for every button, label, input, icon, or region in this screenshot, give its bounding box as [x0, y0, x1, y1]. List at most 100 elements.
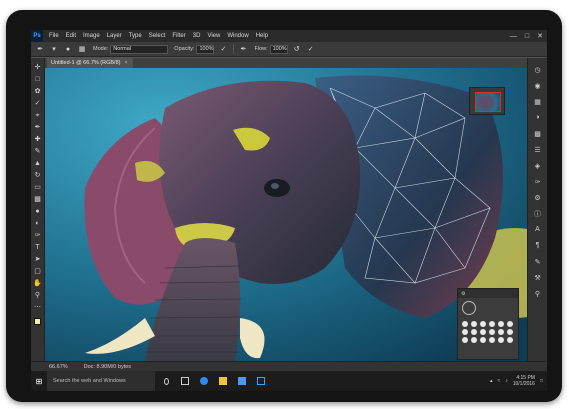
- opacity-field[interactable]: 100%: [196, 44, 215, 54]
- menu-select[interactable]: Select: [149, 33, 166, 39]
- color-icon[interactable]: ◉: [532, 80, 543, 91]
- history-icon[interactable]: ◷: [532, 64, 543, 75]
- brush-tip[interactable]: [471, 329, 477, 335]
- symmetry-icon[interactable]: ✓: [306, 44, 316, 54]
- brush-tip[interactable]: [462, 337, 468, 343]
- brush-tip[interactable]: [507, 329, 513, 335]
- flow-field[interactable]: 100%: [269, 44, 288, 54]
- brush-tip[interactable]: [498, 321, 504, 327]
- brush-tip[interactable]: [480, 329, 486, 335]
- eyedropper-icon[interactable]: ✒: [33, 122, 43, 132]
- volume-icon[interactable]: ♪: [505, 378, 508, 384]
- airbrush-icon[interactable]: ✒: [238, 44, 248, 54]
- more-tools-icon[interactable]: ⋯: [33, 302, 43, 312]
- brush-icon[interactable]: ✎: [33, 146, 43, 156]
- clock[interactable]: 4:15 PM 10/1/2016: [513, 375, 535, 387]
- move-icon[interactable]: ✛: [33, 62, 43, 72]
- gradient-icon[interactable]: ▩: [33, 194, 43, 204]
- menu-filter[interactable]: Filter: [172, 33, 185, 39]
- brush-preset-icon[interactable]: ✒: [35, 44, 45, 54]
- wifi-icon[interactable]: ≈: [497, 378, 500, 384]
- store-icon[interactable]: [234, 371, 250, 391]
- gear-icon[interactable]: ⚙: [461, 291, 465, 297]
- close-icon[interactable]: ✕: [537, 32, 543, 40]
- pressure-opacity-icon[interactable]: ✓: [218, 44, 228, 54]
- adjustments-icon[interactable]: ◑: [532, 112, 543, 123]
- styles-icon[interactable]: ▩: [532, 128, 543, 139]
- menu-3d[interactable]: 3D: [193, 33, 201, 39]
- minimize-icon[interactable]: —: [510, 33, 517, 40]
- navigator-thumbnail[interactable]: [475, 92, 501, 112]
- menu-type[interactable]: Type: [129, 33, 142, 39]
- brush-tip[interactable]: [471, 337, 477, 343]
- quick-select-icon[interactable]: ✓: [33, 98, 43, 108]
- brush-tip[interactable]: [489, 321, 495, 327]
- brush-tip[interactable]: [507, 337, 513, 343]
- brush-tip[interactable]: [489, 337, 495, 343]
- document-info[interactable]: Doc: 8.90M/0 bytes: [84, 364, 131, 370]
- blur-icon[interactable]: ●: [33, 206, 43, 216]
- info-icon[interactable]: ⓘ: [532, 208, 543, 219]
- paragraph-icon[interactable]: ¶: [532, 240, 543, 251]
- channels-icon[interactable]: ◈: [532, 160, 543, 171]
- menu-edit[interactable]: Edit: [66, 33, 76, 39]
- character-icon[interactable]: A: [532, 224, 543, 235]
- maximize-icon[interactable]: □: [525, 33, 529, 40]
- mic-icon[interactable]: [158, 371, 174, 391]
- healing-icon[interactable]: ✚: [33, 134, 43, 144]
- pressure-size-icon[interactable]: ↺: [292, 44, 302, 54]
- foreground-color-swatch[interactable]: [34, 318, 41, 325]
- chevron-up-icon[interactable]: ▴: [490, 378, 493, 384]
- crop-icon[interactable]: ⌖: [33, 110, 43, 120]
- close-tab-icon[interactable]: ×: [124, 60, 127, 66]
- chevron-down-icon[interactable]: ▾: [49, 44, 59, 54]
- brush-tip[interactable]: [489, 329, 495, 335]
- brush-size-icon[interactable]: ●: [63, 44, 73, 54]
- stamp-icon[interactable]: ▲: [33, 158, 43, 168]
- file-explorer-icon[interactable]: [215, 371, 231, 391]
- menu-view[interactable]: View: [207, 33, 220, 39]
- task-view-icon[interactable]: [177, 371, 193, 391]
- menu-file[interactable]: File: [49, 33, 59, 39]
- mode-select[interactable]: Normal: [110, 44, 169, 54]
- notifications-icon[interactable]: □: [540, 378, 543, 384]
- pen-icon[interactable]: ✑: [33, 230, 43, 240]
- brush-panel-toggle-icon[interactable]: ▦: [77, 44, 87, 54]
- brush-settings-icon[interactable]: ✎: [532, 256, 543, 267]
- tool-presets-icon[interactable]: ⚒: [532, 272, 543, 283]
- brush-tip[interactable]: [480, 337, 486, 343]
- menu-image[interactable]: Image: [83, 33, 100, 39]
- swatches-icon[interactable]: ▦: [532, 96, 543, 107]
- path-select-icon[interactable]: ➤: [33, 254, 43, 264]
- windows-start-icon[interactable]: ⊞: [31, 371, 47, 391]
- brush-angle-preview[interactable]: [462, 301, 476, 315]
- properties-icon[interactable]: ⚙: [532, 192, 543, 203]
- photoshop-taskbar-icon[interactable]: [253, 371, 269, 391]
- canvas[interactable]: [45, 68, 527, 361]
- zoom-icon[interactable]: ⚲: [33, 290, 43, 300]
- marquee-icon[interactable]: □: [33, 74, 43, 84]
- brush-tip[interactable]: [498, 329, 504, 335]
- taskbar-search[interactable]: Search the web and Windows: [47, 371, 155, 391]
- hand-icon[interactable]: ✋: [33, 278, 43, 288]
- menu-window[interactable]: Window: [227, 33, 248, 39]
- menu-layer[interactable]: Layer: [107, 33, 122, 39]
- brush-tip[interactable]: [462, 329, 468, 335]
- type-icon[interactable]: T: [33, 242, 43, 252]
- edge-icon[interactable]: [196, 371, 212, 391]
- navigator-icon[interactable]: ⚲: [532, 288, 543, 299]
- shape-icon[interactable]: ▢: [33, 266, 43, 276]
- brush-tip[interactable]: [507, 321, 513, 327]
- brush-tip[interactable]: [471, 321, 477, 327]
- eraser-icon[interactable]: ▭: [33, 182, 43, 192]
- brush-tip[interactable]: [462, 321, 468, 327]
- zoom-level[interactable]: 66.67%: [49, 364, 68, 370]
- lasso-icon[interactable]: ✿: [33, 86, 43, 96]
- menu-help[interactable]: Help: [256, 33, 268, 39]
- document-tab[interactable]: Untitled-1 @ 66.7% (RGB/8) ×: [47, 58, 133, 68]
- history-brush-icon[interactable]: ↻: [33, 170, 43, 180]
- brush-tip[interactable]: [498, 337, 504, 343]
- layers-icon[interactable]: ☰: [532, 144, 543, 155]
- paths-icon[interactable]: ✑: [532, 176, 543, 187]
- brush-tip[interactable]: [480, 321, 486, 327]
